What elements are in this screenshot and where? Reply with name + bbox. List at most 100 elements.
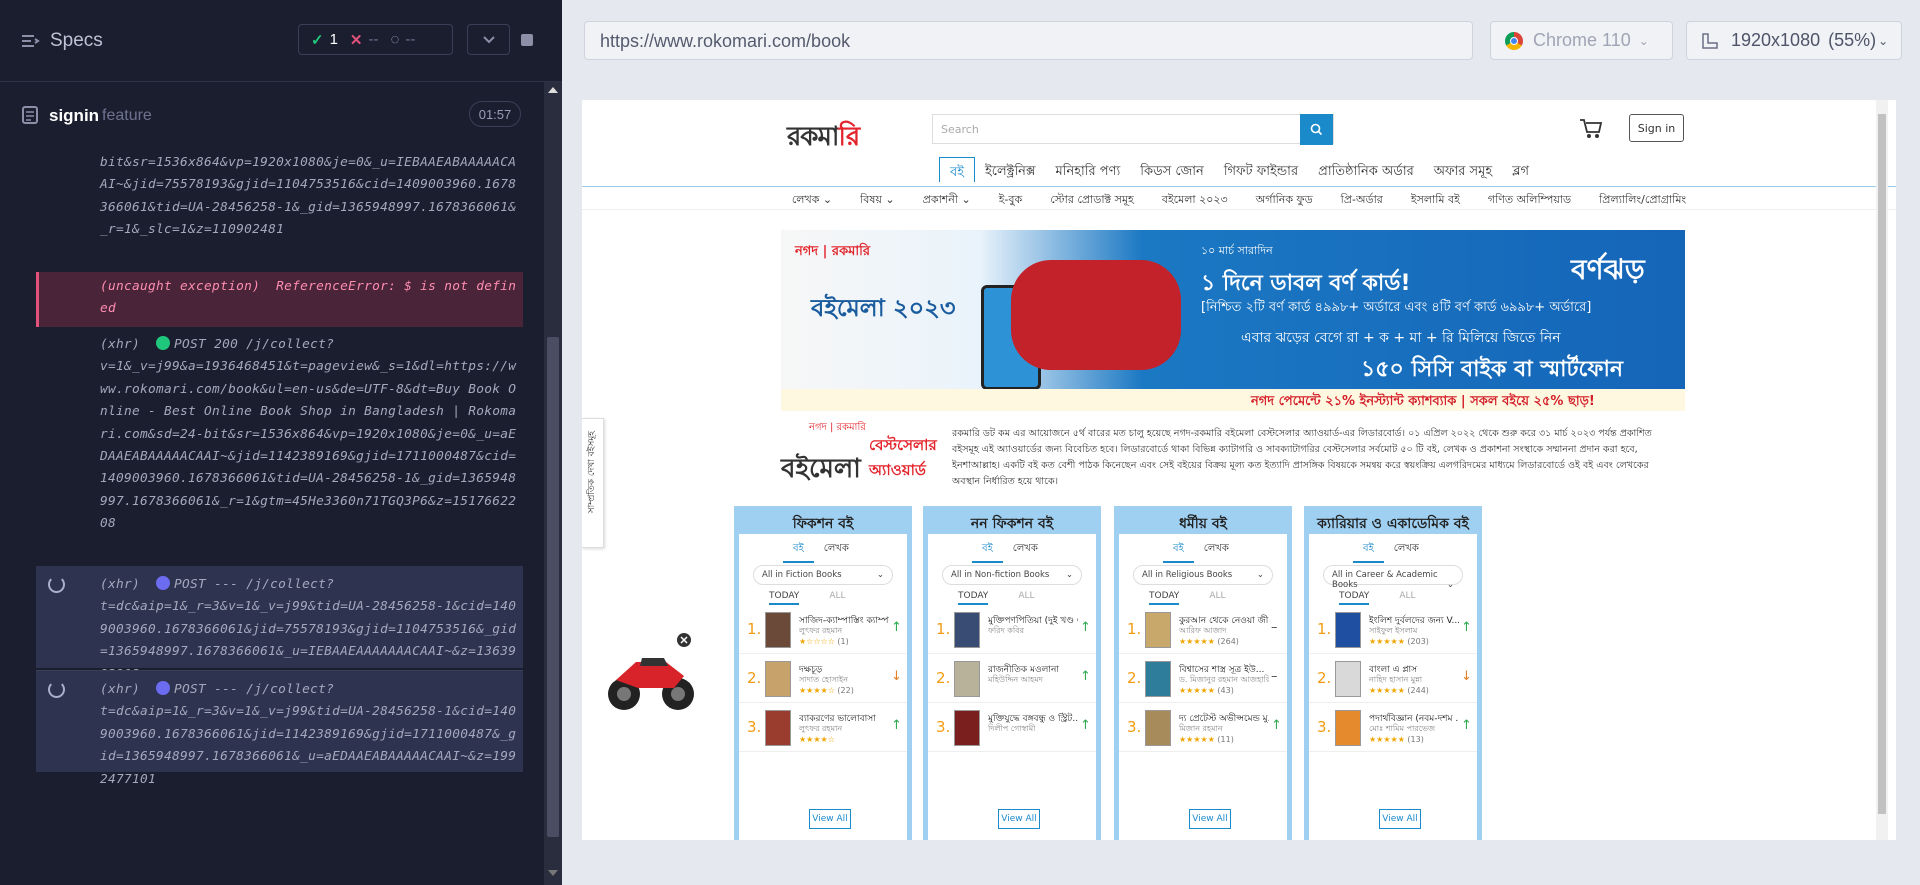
book-cover[interactable] bbox=[1145, 661, 1171, 697]
url-bar[interactable]: https://www.rokomari.com/book bbox=[584, 21, 1473, 60]
view-all-button[interactable]: View All bbox=[809, 809, 851, 829]
category-dropdown[interactable]: All in Fiction Books ⌄ bbox=[753, 565, 893, 585]
pending-xhr-entry[interactable]: (xhr) POST --- /j/collect? t=dc&aip=1&_r… bbox=[36, 566, 523, 682]
viewport-selector[interactable]: 1920x1080 (55%) ⌄ bbox=[1686, 21, 1902, 60]
specs-list-icon[interactable] bbox=[20, 31, 40, 51]
book-author[interactable]: ফরিদ কবির bbox=[988, 625, 1078, 638]
view-all-button[interactable]: View All bbox=[1379, 809, 1421, 829]
command-log-scrollbar[interactable] bbox=[544, 82, 562, 885]
pending-count: ◌ -- bbox=[390, 31, 416, 48]
site-logo[interactable]: রকমারি bbox=[787, 116, 860, 160]
list-item[interactable]: 2. রাজনীতিক মওলানা মহিউদ্দিন আহমদ ↑ bbox=[928, 659, 1096, 703]
pending-xhr-entry[interactable]: (xhr) POST --- /j/collect? t=dc&aip=1&_r… bbox=[36, 670, 523, 787]
tab-authors[interactable]: লেখক bbox=[1194, 538, 1239, 563]
book-cover[interactable] bbox=[1145, 612, 1171, 648]
list-item[interactable]: 3. মুক্তিযুদ্ধে বঙ্গবন্ধু ও স্ট্রিট... দিল… bbox=[928, 708, 1096, 752]
tab-authors[interactable]: লেখক bbox=[1384, 538, 1429, 563]
book-cover[interactable] bbox=[765, 661, 791, 697]
tab-all[interactable]: ALL bbox=[1399, 591, 1415, 605]
subnav-item[interactable]: গণিত অলিম্পিয়াড bbox=[1474, 187, 1585, 209]
tab-today[interactable]: TODAY bbox=[1149, 591, 1180, 605]
book-author[interactable]: দিলীপ গোস্বামী bbox=[988, 723, 1078, 736]
category-dropdown[interactable]: All in Religious Books ⌄ bbox=[1133, 565, 1273, 585]
list-item[interactable]: 3. ব্যাকরণের ভালোবাসা লুৎফর রহমান ★★★★☆ ↑ bbox=[739, 708, 907, 752]
view-all-button[interactable]: View All bbox=[998, 809, 1040, 829]
subnav-item[interactable]: ই-বুক bbox=[985, 187, 1037, 209]
book-author[interactable]: মহিউদ্দিন আহমদ bbox=[988, 674, 1078, 687]
list-item[interactable]: 3. পদার্থবিজ্ঞান (নবম-দশম ... মোঃ শামিম পা… bbox=[1309, 708, 1477, 752]
list-item[interactable]: 2. বাংলা এ প্লাস নাহিদ হাসান মুন্না ★★★★★ (… bbox=[1309, 659, 1477, 703]
scrollbar-thumb[interactable] bbox=[547, 337, 559, 837]
subnav-item[interactable]: প্রি-অর্ডার bbox=[1327, 187, 1397, 209]
promo-banner[interactable]: নগদ | রকমারি বইমেলা ২০২৩ ১০ মার্চ সারাদি… bbox=[781, 230, 1685, 411]
subnav-item[interactable]: অর্গানিক ফুড bbox=[1242, 187, 1327, 209]
aut-scrollbar[interactable] bbox=[1876, 100, 1888, 840]
tab-books[interactable]: বই bbox=[1353, 538, 1384, 563]
banner-cashback: নগদ পেমেন্টে ২১% ইনস্ট্যান্ট ক্যাশব্যাক … bbox=[1251, 394, 1595, 409]
chevron-down-icon: ⌄ bbox=[876, 570, 884, 580]
signin-button[interactable]: Sign in bbox=[1629, 114, 1684, 142]
recently-viewed-tab[interactable]: সাম্প্রতিক দেখা বইসমূহ bbox=[582, 418, 604, 548]
nav-stationery[interactable]: মনিহারি পণ্য bbox=[1046, 157, 1131, 187]
subnav-item[interactable]: প্রিল্যালিং/প্রোগ্রামিং bbox=[1585, 187, 1700, 209]
book-cover[interactable] bbox=[954, 710, 980, 746]
log-entry[interactable]: bit&sr=1536x864&vp=1920x1080&je=0&_u=IEB… bbox=[36, 152, 523, 266]
tab-books[interactable]: বই bbox=[1163, 538, 1194, 563]
tab-all[interactable]: ALL bbox=[1209, 591, 1225, 605]
book-cover[interactable] bbox=[1335, 612, 1361, 648]
subnav-item[interactable]: বইমেলা ২০২৩ bbox=[1148, 187, 1242, 209]
scroll-up-icon[interactable] bbox=[548, 87, 558, 93]
book-cover[interactable] bbox=[1335, 710, 1361, 746]
book-cover[interactable] bbox=[1335, 661, 1361, 697]
book-cover[interactable] bbox=[954, 661, 980, 697]
book-cover[interactable] bbox=[765, 710, 791, 746]
subnav-item[interactable]: প্রকাশনী ⌄ bbox=[909, 187, 985, 209]
tab-today[interactable]: TODAY bbox=[769, 591, 800, 605]
scroll-down-icon[interactable] bbox=[548, 870, 558, 876]
tab-all[interactable]: ALL bbox=[1018, 591, 1034, 605]
list-item[interactable]: 1. ইংলিশ দুর্বলদের জন্য V... সাইফুল ইসলাম ★… bbox=[1309, 610, 1477, 654]
list-item[interactable]: 3. দ্য প্রেটেস্ট অভীপ্সমেন্ড মু... মিজান র… bbox=[1119, 708, 1287, 752]
subnav-item[interactable]: লেখক ⌄ bbox=[778, 187, 846, 209]
nav-books[interactable]: বই bbox=[938, 157, 975, 182]
category-dropdown[interactable]: All in Career & Academic Books ⌄ bbox=[1323, 565, 1463, 590]
search-button[interactable] bbox=[1300, 114, 1333, 145]
nav-kids-zone[interactable]: কিডস জোন bbox=[1130, 157, 1214, 187]
tab-books[interactable]: বই bbox=[783, 538, 814, 563]
tab-books[interactable]: বই bbox=[972, 538, 1003, 563]
xhr-log-entry[interactable]: (xhr) POST 200 /j/collect? v=1&_v=j99&a=… bbox=[36, 334, 523, 564]
browser-selector[interactable]: Chrome 110 ⌄ bbox=[1490, 21, 1673, 60]
list-item[interactable]: 1. কুরআন থেকে নেওয়া জী... আরিফ আজাদ ★★★★★ … bbox=[1119, 610, 1287, 654]
subnav-item[interactable]: স্টোর প্রোডাক্ট সমূহ bbox=[1036, 187, 1148, 209]
view-all-button[interactable]: View All bbox=[1189, 809, 1231, 829]
subnav-item[interactable]: বিষয় ⌄ bbox=[846, 187, 909, 209]
book-cover[interactable] bbox=[1145, 710, 1171, 746]
stop-button[interactable] bbox=[505, 24, 548, 55]
category-dropdown[interactable]: All in Non-fiction Books ⌄ bbox=[942, 565, 1082, 585]
tab-authors[interactable]: লেখক bbox=[1003, 538, 1048, 563]
list-item[interactable]: 1.মুক্তিপণপিতিয়া (দুই খণ্ড এ...ফরিদ কবি… bbox=[928, 610, 1096, 654]
floating-bike-ad[interactable] bbox=[602, 630, 698, 722]
tab-today[interactable]: TODAY bbox=[958, 591, 989, 605]
list-item[interactable]: 2. বিশ্বাসের শাস্ত্র সূত্র ইউ... ড. মিজানু… bbox=[1119, 659, 1287, 703]
list-item[interactable]: 2. দক্ষচূড় সাদাত হোসাইন ★★★★☆ (22) ↓ bbox=[739, 659, 907, 703]
list-item[interactable]: 1.সাজিদ-ক্যাম্পাস্তিং ক্যাম্পাস...লুৎফর … bbox=[739, 610, 907, 654]
nav-offers[interactable]: অফার সমূহ bbox=[1424, 157, 1502, 187]
status-dot-icon bbox=[156, 336, 171, 350]
tab-authors[interactable]: লেখক bbox=[814, 538, 859, 563]
nav-blog[interactable]: ব্লগ bbox=[1502, 157, 1539, 187]
cart-icon[interactable] bbox=[1579, 118, 1603, 140]
nav-gift-finder[interactable]: গিফট ফাইন্ডার bbox=[1214, 157, 1308, 187]
book-cover[interactable] bbox=[954, 612, 980, 648]
tab-today[interactable]: TODAY bbox=[1339, 591, 1370, 605]
book-cover[interactable] bbox=[765, 612, 791, 648]
error-log-entry[interactable]: (uncaught exception) ReferenceError: $ i… bbox=[36, 272, 523, 327]
nav-electronics[interactable]: ইলেক্ট্রনিক্স bbox=[975, 157, 1046, 187]
aut-scrollbar-thumb[interactable] bbox=[1878, 114, 1886, 814]
search-input[interactable]: Search bbox=[932, 114, 1334, 145]
spec-row-signin[interactable]: signin feature 01:57 bbox=[0, 96, 540, 136]
tab-all[interactable]: ALL bbox=[829, 591, 845, 605]
subnav-item[interactable]: ইসলামি বই bbox=[1397, 187, 1474, 209]
chevron-down-button[interactable] bbox=[467, 24, 510, 55]
nav-institutional-order[interactable]: প্রাতিষ্ঠানিক অর্ডার bbox=[1308, 157, 1424, 187]
